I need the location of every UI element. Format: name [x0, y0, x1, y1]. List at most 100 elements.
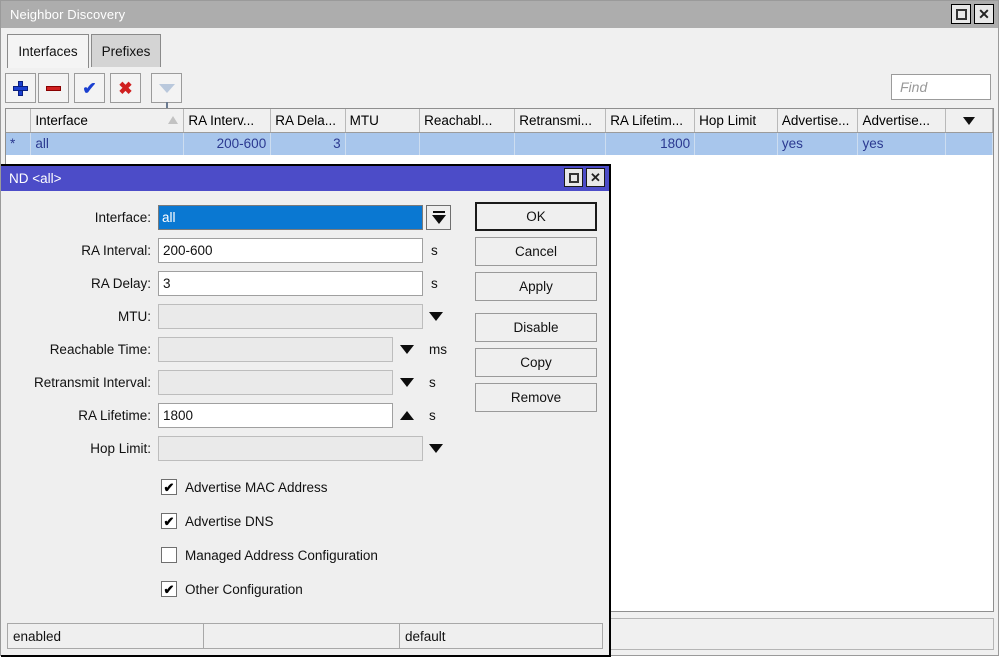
ok-button[interactable]: OK: [475, 202, 597, 231]
close-icon[interactable]: ✕: [974, 4, 994, 24]
dialog-title-bar: ND <all> ✕: [1, 166, 609, 191]
column-header-ra-interval[interactable]: RA Interv...: [184, 109, 271, 132]
checkbox-other-configuration[interactable]: ✔ Other Configuration: [161, 578, 303, 600]
table-row[interactable]: * all 200-600 3 1800 yes yes: [6, 132, 993, 155]
row-ra-delay: 3: [271, 132, 345, 155]
tab-interfaces-label: Interfaces: [18, 44, 77, 59]
ra-lifetime-input[interactable]: 1800: [158, 403, 393, 428]
retransmit-interval-chevron-down-icon[interactable]: [400, 378, 414, 387]
chevron-down-icon: [432, 215, 446, 224]
sort-ascending-icon: [168, 116, 178, 124]
column-menu-button[interactable]: [946, 109, 993, 132]
cancel-button[interactable]: Cancel: [475, 237, 597, 266]
checkbox-advertise-dns[interactable]: ✔ Advertise DNS: [161, 510, 274, 532]
column-header-ra-delay[interactable]: RA Dela...: [271, 109, 345, 132]
minus-icon: [46, 86, 61, 91]
reachable-time-input[interactable]: [158, 337, 393, 362]
mtu-input[interactable]: [158, 304, 423, 329]
field-reachable-time: Reachable Time: ms: [1, 336, 471, 362]
interface-input[interactable]: all: [158, 205, 423, 230]
checkbox-advertise-mac-address-box[interactable]: ✔: [161, 479, 177, 495]
column-header-reachable[interactable]: Reachabl...: [420, 109, 515, 132]
table-header-row: Interface RA Interv... RA Dela... MTU Re…: [6, 109, 993, 132]
row-reachable-time: [420, 132, 515, 155]
ra-lifetime-chevron-up-icon[interactable]: [400, 411, 414, 420]
retransmit-interval-unit: s: [429, 375, 436, 390]
column-header-interface-label: Interface: [35, 113, 88, 128]
row-retransmit-interval: [515, 132, 606, 155]
column-header-retransmit[interactable]: Retransmi...: [515, 109, 606, 132]
field-ra-interval: RA Interval: 200-600 s: [1, 237, 461, 263]
tab-bar: Interfaces Prefixes: [1, 28, 998, 67]
row-ra-lifetime: 1800: [606, 132, 695, 155]
chevron-down-icon: [963, 117, 975, 125]
checkbox-managed-address-configuration[interactable]: Managed Address Configuration: [161, 544, 378, 566]
hop-limit-input[interactable]: [158, 436, 423, 461]
checkbox-managed-address-configuration-label: Managed Address Configuration: [185, 548, 378, 563]
apply-button[interactable]: Apply: [475, 272, 597, 301]
row-advertise-mac: yes: [777, 132, 858, 155]
copy-button[interactable]: Copy: [475, 348, 597, 377]
column-header-advertise-dns[interactable]: Advertise...: [858, 109, 946, 132]
mtu-chevron-down-icon[interactable]: [429, 312, 443, 321]
field-ra-lifetime: RA Lifetime: 1800 s: [1, 402, 471, 428]
field-ra-interval-label: RA Interval:: [1, 243, 151, 258]
field-interface: Interface: all: [1, 204, 461, 230]
window-title: Neighbor Discovery: [1, 7, 125, 22]
column-header-hop-limit[interactable]: Hop Limit: [695, 109, 778, 132]
maximize-icon[interactable]: [951, 4, 971, 24]
ra-delay-unit: s: [431, 276, 438, 291]
dialog-close-icon[interactable]: ✕: [586, 168, 605, 187]
row-hop-limit: [695, 132, 778, 155]
search-input[interactable]: Find: [891, 74, 991, 100]
row-extra: [946, 132, 993, 155]
checkbox-other-configuration-box[interactable]: ✔: [161, 581, 177, 597]
dialog-body: Interface: all RA Interval: 200-600 s RA…: [1, 191, 609, 617]
hop-limit-chevron-down-icon[interactable]: [429, 444, 443, 453]
interface-dropdown-button[interactable]: [426, 205, 451, 230]
enable-button[interactable]: ✔: [74, 73, 105, 103]
reachable-time-unit: ms: [429, 342, 447, 357]
field-hop-limit: Hop Limit:: [1, 435, 461, 461]
checkbox-other-configuration-label: Other Configuration: [185, 582, 303, 597]
checkbox-advertise-dns-box[interactable]: ✔: [161, 513, 177, 529]
remove-button[interactable]: [38, 73, 69, 103]
field-interface-label: Interface:: [1, 210, 151, 225]
column-header-interface[interactable]: Interface: [31, 109, 184, 132]
neighbor-discovery-window: Neighbor Discovery ✕ Interfaces Prefixes…: [0, 0, 999, 656]
row-interface: all: [31, 132, 184, 155]
disable-button[interactable]: Disable: [475, 313, 597, 342]
interfaces-table: Interface RA Interv... RA Dela... MTU Re…: [6, 109, 993, 155]
filter-button[interactable]: [151, 73, 182, 103]
column-header-ra-lifetime[interactable]: RA Lifetim...: [606, 109, 695, 132]
tab-interfaces[interactable]: Interfaces: [7, 34, 89, 68]
tab-prefixes[interactable]: Prefixes: [91, 34, 161, 67]
field-ra-delay: RA Delay: 3 s: [1, 270, 461, 296]
ra-lifetime-unit: s: [429, 408, 436, 423]
column-header-advertise-mac[interactable]: Advertise...: [777, 109, 858, 132]
checkbox-managed-address-configuration-box[interactable]: [161, 547, 177, 563]
field-mtu-label: MTU:: [1, 309, 151, 324]
cross-icon: ✖: [118, 80, 132, 97]
toolbar: ✔ ✖ Find: [1, 69, 998, 108]
window-title-bar: Neighbor Discovery ✕: [1, 1, 998, 28]
column-header-mtu[interactable]: MTU: [345, 109, 419, 132]
add-button[interactable]: [5, 73, 36, 103]
search-placeholder: Find: [900, 79, 927, 95]
field-retransmit-interval: Retransmit Interval: s: [1, 369, 471, 395]
funnel-icon: [159, 84, 175, 93]
column-header-flag[interactable]: [6, 109, 31, 132]
dialog-window-controls: ✕: [564, 168, 605, 187]
checkbox-advertise-mac-address[interactable]: ✔ Advertise MAC Address: [161, 476, 328, 498]
disable-button[interactable]: ✖: [110, 73, 141, 103]
retransmit-interval-input[interactable]: [158, 370, 393, 395]
ra-interval-unit: s: [431, 243, 438, 258]
row-advertise-dns: yes: [858, 132, 946, 155]
field-ra-delay-label: RA Delay:: [1, 276, 151, 291]
ra-interval-input[interactable]: 200-600: [158, 238, 423, 263]
field-mtu: MTU:: [1, 303, 461, 329]
ra-delay-input[interactable]: 3: [158, 271, 423, 296]
reachable-time-chevron-down-icon[interactable]: [400, 345, 414, 354]
dialog-maximize-icon[interactable]: [564, 168, 583, 187]
remove-button[interactable]: Remove: [475, 383, 597, 412]
